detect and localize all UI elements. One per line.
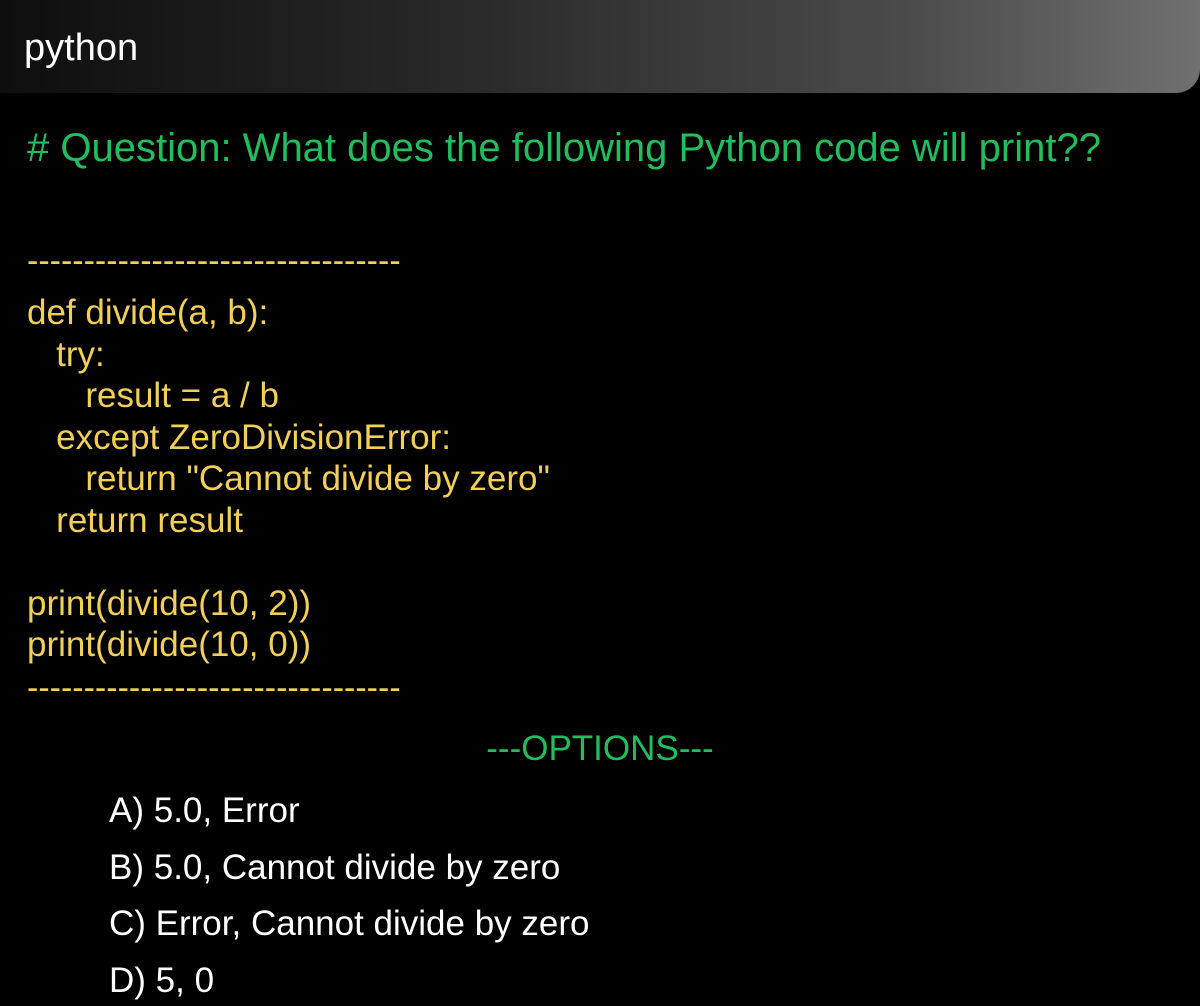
option-a: A) 5.0, Error <box>109 791 300 830</box>
question-text: # Question: What does the following Pyth… <box>27 126 1101 170</box>
code-line: print(divide(10, 2)) <box>27 583 311 623</box>
quiz-card: python # Question: What does the followi… <box>0 0 1200 1006</box>
divider-top: --------------------------------- <box>27 242 401 280</box>
header-bar: python <box>0 0 1200 93</box>
option-d: D) 5, 0 <box>109 960 215 1000</box>
code-line: result = a / b <box>27 376 279 415</box>
option-b: B) 5.0, Cannot divide by zero <box>109 847 561 887</box>
code-block: def divide(a, b): try: result = a / b ex… <box>27 292 550 666</box>
code-line: print(divide(10, 0)) <box>27 625 311 664</box>
divider-bottom: --------------------------------- <box>27 669 401 707</box>
code-line: def divide(a, b): <box>27 293 269 332</box>
option-c: C) Error, Cannot divide by zero <box>109 904 590 943</box>
code-line: try: <box>27 334 105 374</box>
language-label: python <box>24 27 139 69</box>
options-list: A) 5.0, Error B) 5.0, Cannot divide by z… <box>109 783 589 1006</box>
code-line: return "Cannot divide by zero" <box>27 459 550 498</box>
options-heading: ---OPTIONS--- <box>486 729 714 768</box>
code-line: return result <box>27 500 243 540</box>
code-line: except ZeroDivisionError: <box>27 417 452 457</box>
